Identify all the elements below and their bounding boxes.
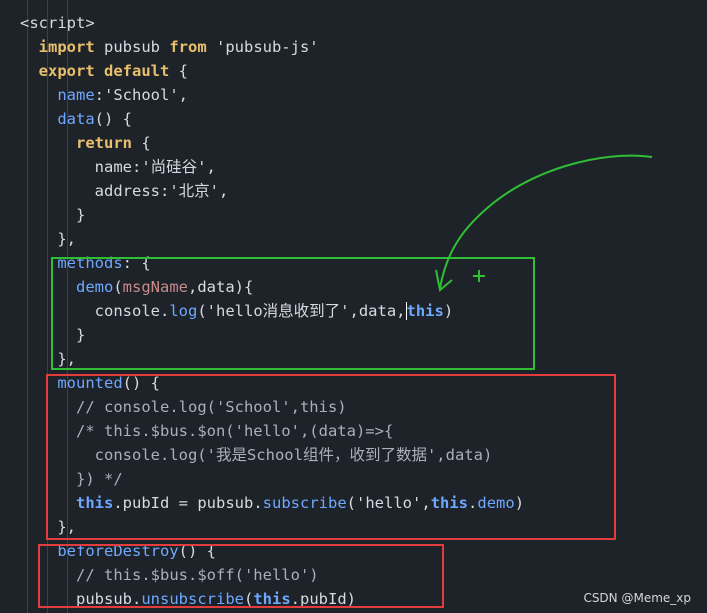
green-arrow-annotation: [435, 154, 653, 292]
watermark: CSDN @Meme_xp: [583, 591, 691, 605]
code-editor[interactable]: <script> import pubsub from 'pubsub-js' …: [0, 0, 707, 613]
